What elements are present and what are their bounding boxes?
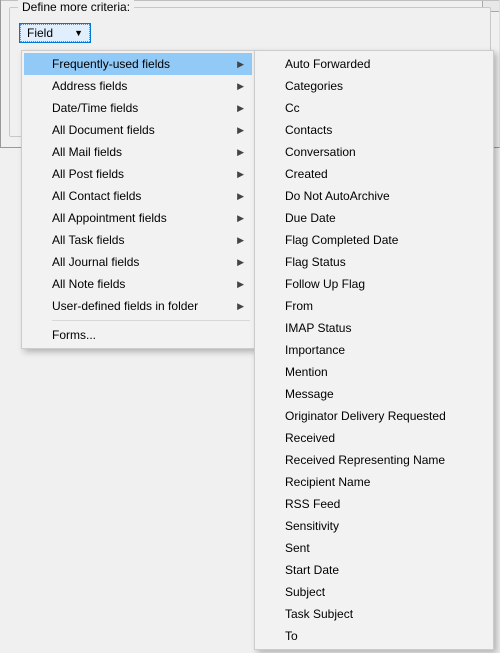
submenu-arrow-icon: ▶	[237, 169, 244, 180]
menu-item-forms[interactable]: Forms...	[24, 324, 252, 346]
menu-item-mention[interactable]: Mention	[257, 361, 491, 383]
menu-item-label: Do Not AutoArchive	[285, 189, 473, 203]
menu-item-originator-delivery-requested[interactable]: Originator Delivery Requested	[257, 405, 491, 427]
menu-item-label: User-defined fields in folder	[52, 299, 234, 313]
menu-item-label: All Document fields	[52, 123, 234, 137]
menu-item-label: All Mail fields	[52, 145, 234, 159]
menu-item-label: Received Representing Name	[285, 453, 473, 467]
menu-item-label: Conversation	[285, 145, 473, 159]
menu-item-received[interactable]: Received	[257, 427, 491, 449]
menu-item-flag-completed-date[interactable]: Flag Completed Date	[257, 229, 491, 251]
menu-separator	[52, 320, 250, 321]
submenu-arrow-icon: ▶	[237, 191, 244, 202]
menu-item-label: Start Date	[285, 563, 473, 577]
submenu-arrow-icon: ▶	[237, 213, 244, 224]
menu-item-due-date[interactable]: Due Date	[257, 207, 491, 229]
submenu-arrow-icon: ▶	[237, 279, 244, 290]
menu-item-label: Due Date	[285, 211, 473, 225]
menu-item-label: Subject	[285, 585, 473, 599]
menu-item-label: Mention	[285, 365, 473, 379]
menu-item-label: Address fields	[52, 79, 234, 93]
menu-item-label: Date/Time fields	[52, 101, 234, 115]
menu-item-label: Importance	[285, 343, 473, 357]
menu-item-message[interactable]: Message	[257, 383, 491, 405]
groupbox-legend: Define more criteria:	[18, 0, 134, 14]
menu-item-all-document-fields[interactable]: All Document fields▶	[24, 119, 252, 141]
menu-item-label: To	[285, 629, 473, 643]
menu-item-user-defined-fields-in-folder[interactable]: User-defined fields in folder▶	[24, 295, 252, 317]
submenu-arrow-icon: ▶	[237, 103, 244, 114]
menu-item-all-note-fields[interactable]: All Note fields▶	[24, 273, 252, 295]
menu-item-do-not-autoarchive[interactable]: Do Not AutoArchive	[257, 185, 491, 207]
submenu-arrow-icon: ▶	[237, 235, 244, 246]
submenu-arrow-icon: ▶	[237, 125, 244, 136]
menu-item-label: Message	[285, 387, 473, 401]
menu-item-cc[interactable]: Cc	[257, 97, 491, 119]
menu-item-categories[interactable]: Categories	[257, 75, 491, 97]
menu-item-all-appointment-fields[interactable]: All Appointment fields▶	[24, 207, 252, 229]
menu-item-label: Sent	[285, 541, 473, 555]
menu-item-label: Created	[285, 167, 473, 181]
menu-item-label: Auto Forwarded	[285, 57, 473, 71]
menu-item-all-post-fields[interactable]: All Post fields▶	[24, 163, 252, 185]
menu-item-label: All Note fields	[52, 277, 234, 291]
menu-item-label: All Post fields	[52, 167, 234, 181]
menu-item-label: Flag Completed Date	[285, 233, 473, 247]
submenu-arrow-icon: ▶	[237, 147, 244, 158]
menu-item-label: IMAP Status	[285, 321, 473, 335]
field-dropdown-button[interactable]: Field ▼	[20, 24, 90, 42]
menu-item-label: Frequently-used fields	[52, 57, 234, 71]
menu-item-from[interactable]: From	[257, 295, 491, 317]
menu-item-label: Task Subject	[285, 607, 473, 621]
menu-item-label: Originator Delivery Requested	[285, 409, 473, 423]
menu-item-label: All Appointment fields	[52, 211, 234, 225]
menu-item-sensitivity[interactable]: Sensitivity	[257, 515, 491, 537]
menu-item-conversation[interactable]: Conversation	[257, 141, 491, 163]
menu-item-flag-status[interactable]: Flag Status	[257, 251, 491, 273]
menu-item-date-time-fields[interactable]: Date/Time fields▶	[24, 97, 252, 119]
menu-item-rss-feed[interactable]: RSS Feed	[257, 493, 491, 515]
menu-item-label: RSS Feed	[285, 497, 473, 511]
menu-item-sent[interactable]: Sent	[257, 537, 491, 559]
menu-item-label: All Task fields	[52, 233, 234, 247]
menu-item-label: Forms...	[52, 328, 234, 342]
menu-item-imap-status[interactable]: IMAP Status	[257, 317, 491, 339]
menu-item-subject[interactable]: Subject	[257, 581, 491, 603]
menu-item-received-representing-name[interactable]: Received Representing Name	[257, 449, 491, 471]
menu-item-label: All Journal fields	[52, 255, 234, 269]
menu-item-recipient-name[interactable]: Recipient Name	[257, 471, 491, 493]
menu-item-address-fields[interactable]: Address fields▶	[24, 75, 252, 97]
menu-item-start-date[interactable]: Start Date	[257, 559, 491, 581]
field-categories-menu: Frequently-used fields▶Address fields▶Da…	[21, 50, 255, 349]
menu-item-label: Categories	[285, 79, 473, 93]
submenu-arrow-icon: ▶	[237, 59, 244, 70]
menu-item-label: Sensitivity	[285, 519, 473, 533]
menu-item-label: Cc	[285, 101, 473, 115]
caret-down-icon: ▼	[74, 28, 83, 38]
menu-item-task-subject[interactable]: Task Subject	[257, 603, 491, 625]
menu-item-frequently-used-fields[interactable]: Frequently-used fields▶	[24, 53, 252, 75]
menu-item-label: From	[285, 299, 473, 313]
frequently-used-fields-submenu: Auto Forwarded Categories Cc Contacts Conver…	[254, 50, 494, 650]
menu-item-all-contact-fields[interactable]: All Contact fields▶	[24, 185, 252, 207]
menu-item-label: Recipient Name	[285, 475, 473, 489]
submenu-arrow-icon: ▶	[237, 301, 244, 312]
menu-item-label: Follow Up Flag	[285, 277, 473, 291]
menu-item-label: Received	[285, 431, 473, 445]
menu-item-all-task-fields[interactable]: All Task fields▶	[24, 229, 252, 251]
menu-item-label: All Contact fields	[52, 189, 234, 203]
menu-item-label: Flag Status	[285, 255, 473, 269]
menu-item-label: Contacts	[285, 123, 473, 137]
field-button-label: Field	[27, 26, 53, 40]
menu-item-all-journal-fields[interactable]: All Journal fields▶	[24, 251, 252, 273]
menu-item-all-mail-fields[interactable]: All Mail fields▶	[24, 141, 252, 163]
menu-item-to[interactable]: To	[257, 625, 491, 647]
menu-item-contacts[interactable]: Contacts	[257, 119, 491, 141]
menu-item-created[interactable]: Created	[257, 163, 491, 185]
submenu-arrow-icon: ▶	[237, 81, 244, 92]
menu-item-auto-forwarded[interactable]: Auto Forwarded	[257, 53, 491, 75]
submenu-arrow-icon: ▶	[237, 257, 244, 268]
menu-item-follow-up-flag[interactable]: Follow Up Flag	[257, 273, 491, 295]
menu-item-importance[interactable]: Importance	[257, 339, 491, 361]
